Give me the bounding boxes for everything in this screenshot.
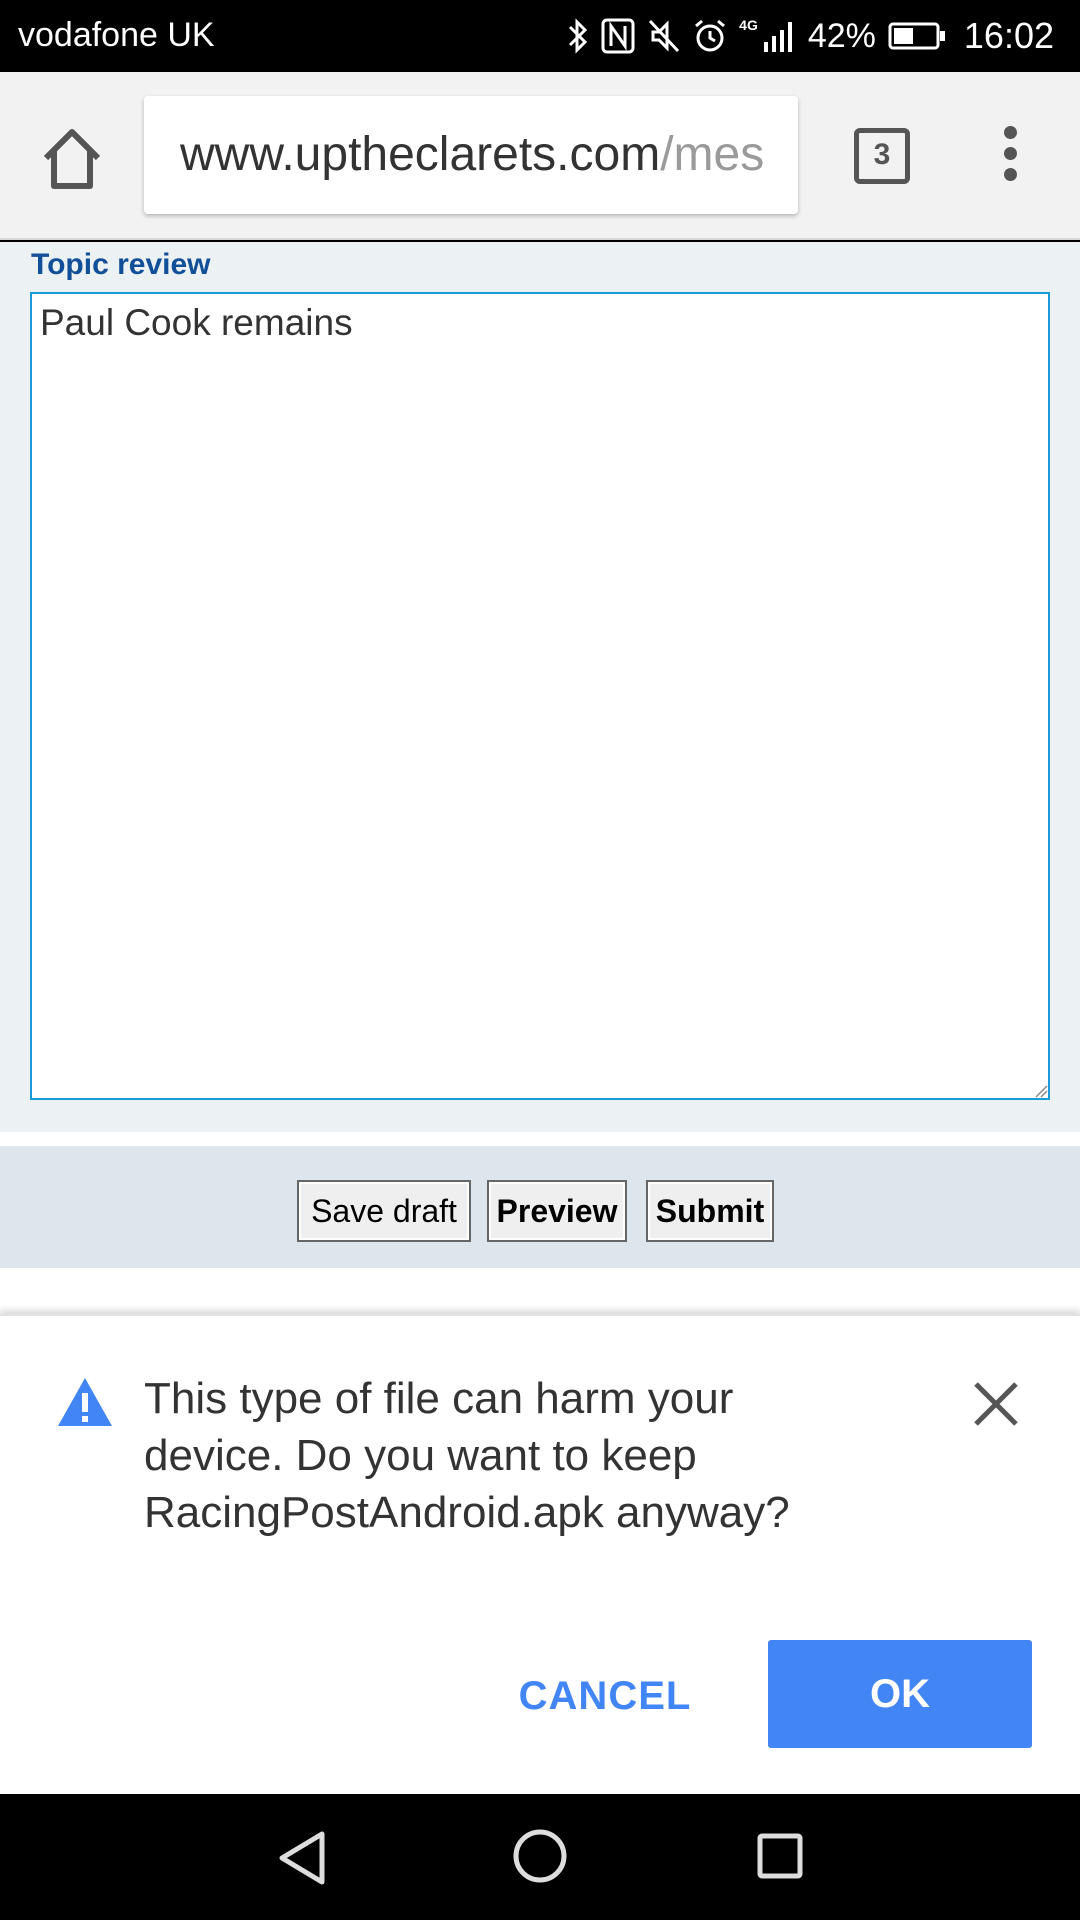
resize-grip-icon[interactable] bbox=[1034, 1084, 1048, 1098]
browser-toolbar: www.uptheclarets.com/mes 3 bbox=[0, 72, 1080, 240]
submit-button[interactable]: Submit bbox=[646, 1180, 774, 1242]
warning-message: This type of file can harm your device. … bbox=[144, 1374, 790, 1537]
close-icon[interactable] bbox=[970, 1378, 1022, 1430]
preview-button[interactable]: Preview bbox=[487, 1180, 627, 1242]
ok-button[interactable]: OK bbox=[768, 1640, 1032, 1748]
battery-percent: 42% bbox=[807, 16, 876, 55]
url-host: www.uptheclarets.com bbox=[180, 128, 661, 181]
home-circle-icon[interactable] bbox=[512, 1828, 568, 1884]
message-textarea[interactable]: Paul Cook remains bbox=[30, 292, 1050, 1100]
warning-icon bbox=[58, 1378, 112, 1426]
vibrate-mute-icon bbox=[649, 19, 680, 53]
topic-review-panel: Topic review Paul Cook remains bbox=[0, 242, 1080, 1132]
menu-dot bbox=[1003, 168, 1017, 181]
download-warning-sheet: This type of file can harm your device. … bbox=[0, 1314, 1080, 1794]
recent-apps-icon[interactable] bbox=[756, 1832, 804, 1880]
network-type: 4G bbox=[739, 17, 758, 33]
url-path: /mes bbox=[660, 128, 765, 181]
bluetooth-icon bbox=[569, 18, 588, 54]
system-navigation-bar bbox=[0, 1794, 1080, 1920]
tab-switcher-button[interactable]: 3 bbox=[854, 128, 910, 184]
section-title: Topic review bbox=[31, 248, 211, 281]
signal-icon bbox=[763, 22, 792, 52]
menu-dot bbox=[1003, 126, 1017, 139]
clock: 16:02 bbox=[963, 15, 1054, 56]
url-bar[interactable]: www.uptheclarets.com/mes bbox=[144, 96, 798, 214]
nfc-icon bbox=[601, 18, 635, 54]
menu-dot bbox=[1003, 147, 1017, 160]
home-icon[interactable] bbox=[36, 124, 108, 196]
carrier-name: vodafone UK bbox=[18, 16, 215, 54]
battery-icon bbox=[888, 22, 945, 50]
web-page: Topic review Paul Cook remains Save draf… bbox=[0, 242, 1080, 1314]
form-button-bar: Save draft Preview Submit bbox=[0, 1146, 1080, 1268]
overflow-menu-icon[interactable] bbox=[990, 126, 1030, 190]
back-icon[interactable] bbox=[276, 1830, 328, 1886]
cancel-button[interactable]: CANCEL bbox=[500, 1641, 710, 1751]
status-bar: vodafone UK 4G 42% 16:02 bbox=[0, 0, 1080, 72]
alarm-icon bbox=[695, 19, 726, 52]
save-draft-button[interactable]: Save draft bbox=[297, 1180, 471, 1242]
status-icons: 4G 42% 16:02 bbox=[567, 14, 1054, 58]
